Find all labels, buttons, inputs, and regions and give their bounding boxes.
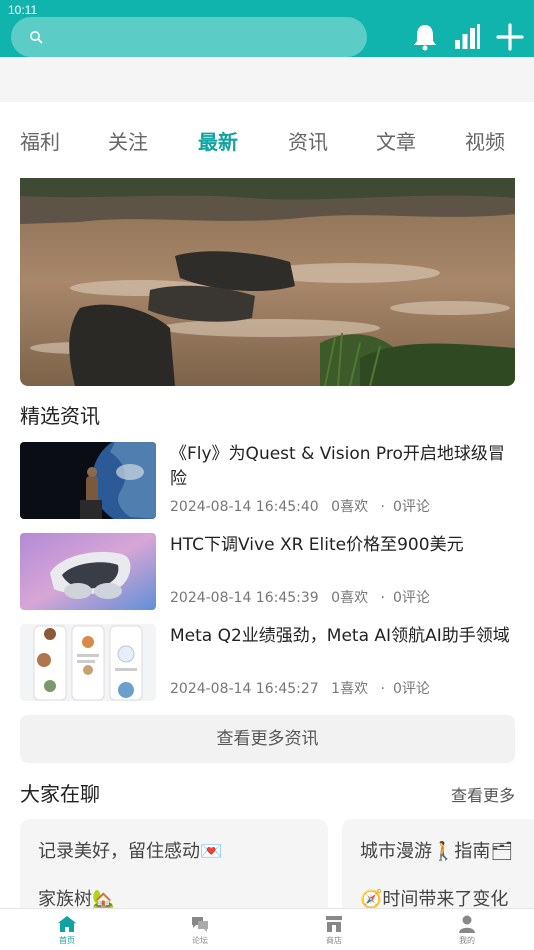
news-meta: 2024-08-14 16:45:40 0喜欢 · 0评论 (170, 496, 438, 516)
discussion-card[interactable]: 城市漫游🚶指南🗂 🧭时间带来了变化 (342, 819, 534, 919)
news-item[interactable]: Meta Q2业绩强劲，Meta AI领航AI助手领域 2024-08-14 1… (20, 624, 515, 702)
news-comments: 0评论 (392, 681, 430, 697)
tab-latest[interactable]: 最新 (188, 126, 248, 155)
home-icon (58, 916, 76, 932)
meta-dot: · (380, 590, 385, 606)
search-input[interactable] (11, 17, 367, 57)
discussion-topic: 记录美好，留住感动💌 (38, 841, 223, 862)
tab-welfare[interactable]: 福利 (10, 126, 70, 155)
tab-news[interactable]: 资讯 (278, 126, 338, 155)
status-time: 10:11 (8, 3, 38, 17)
nav-shop-label: 商店 (326, 936, 342, 945)
news-comments: 0评论 (392, 590, 430, 606)
nav-profile-label: 我的 (459, 936, 475, 945)
banner-image[interactable] (20, 178, 515, 386)
news-time: 2024-08-14 16:45:39 (170, 590, 319, 606)
news-likes: 0喜欢 (331, 590, 369, 606)
search-icon (30, 31, 43, 44)
featured-news-title: 精选资讯 (20, 404, 100, 428)
top-header: 10:11 (0, 0, 534, 57)
chart-icon[interactable] (452, 22, 482, 52)
news-likes: 0喜欢 (331, 499, 369, 515)
news-title: Meta Q2业绩强劲，Meta AI领航AI助手领域 (170, 626, 510, 646)
blank-band (0, 57, 534, 102)
tab-articles[interactable]: 文章 (366, 126, 426, 155)
news-item[interactable]: 《Fly》为Quest & Vision Pro开启地球级冒险 2024-08-… (20, 442, 515, 520)
news-likes: 1喜欢 (331, 681, 369, 697)
nav-profile[interactable]: 我的 (437, 915, 497, 946)
news-meta: 2024-08-14 16:45:27 1喜欢 · 0评论 (170, 678, 438, 698)
forum-icon (192, 917, 208, 932)
nav-forum-label: 论坛 (192, 936, 208, 945)
bottom-nav: 首页 论坛 商店 我的 (0, 908, 534, 950)
meta-dot: · (380, 681, 385, 697)
profile-icon (459, 915, 475, 933)
discussion-title: 大家在聊 (20, 782, 100, 806)
nav-home[interactable]: 首页 (37, 915, 97, 946)
see-more-link[interactable]: 查看更多 (451, 782, 515, 806)
news-title: 《Fly》为Quest & Vision Pro开启地球级冒险 (170, 444, 505, 489)
news-thumbnail (20, 624, 156, 701)
news-thumbnail (20, 533, 156, 610)
bell-icon[interactable] (410, 22, 440, 52)
category-tabs: 福利 关注 最新 资讯 文章 视频 (0, 102, 534, 178)
tab-following[interactable]: 关注 (98, 126, 158, 155)
discussion-card[interactable]: 记录美好，留住感动💌 家族树🏡 (20, 819, 328, 919)
news-title: HTC下调Vive XR Elite价格至900美元 (170, 535, 464, 555)
nav-home-label: 首页 (59, 936, 75, 945)
nav-shop[interactable]: 商店 (304, 915, 364, 946)
main-content: 精选资讯 《Fly》为Quest & Vision Pro开启地球级冒险 202… (0, 178, 534, 919)
shop-icon (326, 916, 342, 932)
news-meta: 2024-08-14 16:45:39 0喜欢 · 0评论 (170, 587, 438, 607)
nav-forum[interactable]: 论坛 (170, 915, 230, 946)
tab-videos[interactable]: 视频 (455, 126, 515, 155)
discussion-topic: 城市漫游🚶指南🗂 (360, 841, 514, 862)
more-news-button[interactable]: 查看更多资讯 (20, 715, 515, 763)
plus-icon[interactable] (495, 22, 525, 52)
news-thumbnail (20, 442, 156, 519)
news-time: 2024-08-14 16:45:40 (170, 499, 319, 515)
meta-dot: · (380, 499, 385, 515)
news-item[interactable]: HTC下调Vive XR Elite价格至900美元 2024-08-14 16… (20, 533, 515, 611)
news-comments: 0评论 (392, 499, 430, 515)
news-time: 2024-08-14 16:45:27 (170, 681, 319, 697)
